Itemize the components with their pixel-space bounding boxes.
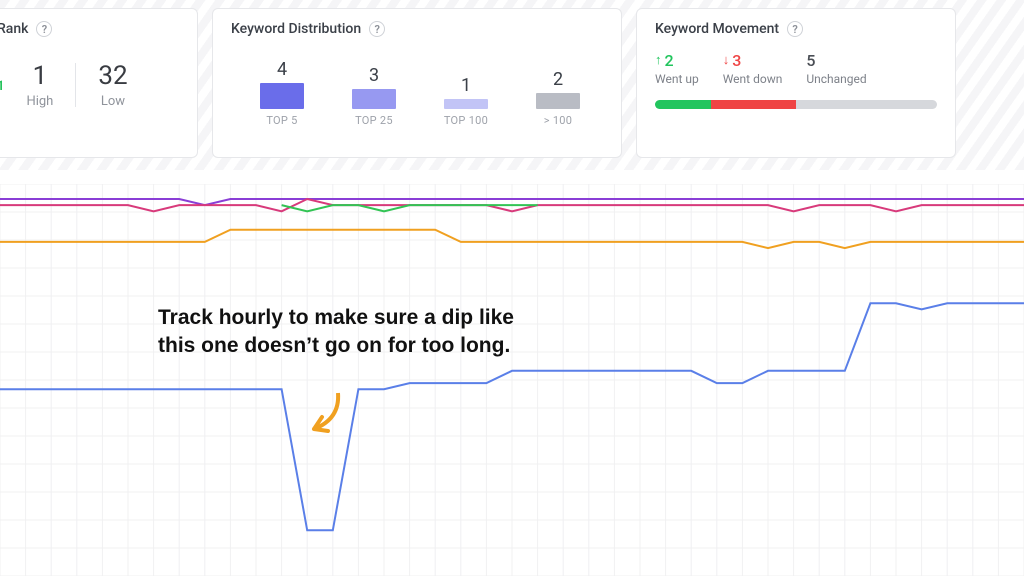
- divider: [75, 63, 76, 107]
- distribution-bar->100[interactable]: 2 > 100: [525, 69, 591, 127]
- rank-title-text: Rank: [0, 21, 28, 37]
- help-icon[interactable]: ?: [36, 21, 52, 37]
- distribution-card: Keyword Distribution ? 4 TOP 5 3 TOP 25 1 TOP…: [212, 8, 622, 158]
- distribution-bar: [260, 83, 304, 109]
- annotation-arrow-icon: [300, 389, 350, 439]
- distribution-card-title: Keyword Distribution ?: [231, 21, 603, 37]
- movement-bar-unchanged: [796, 100, 937, 109]
- arrow-up-icon: ↑: [655, 54, 662, 67]
- movement-stats-row: ↑2 Went up ↓3 Went down 5 Unchanged: [655, 51, 937, 86]
- help-icon[interactable]: ?: [369, 21, 385, 37]
- movement-bar-down: [711, 100, 796, 109]
- distribution-label: TOP 100: [433, 114, 499, 127]
- rank-card-title: Rank ?: [0, 21, 179, 37]
- distribution-count: 1: [433, 75, 499, 96]
- rank-current-delta: 1: [0, 76, 4, 94]
- distribution-bars: 4 TOP 5 3 TOP 25 1 TOP 100 2 > 100: [231, 55, 603, 127]
- distribution-bar: [352, 89, 396, 109]
- distribution-count: 4: [249, 59, 315, 80]
- rank-history-chart[interactable]: Track hourly to make sure a dip like thi…: [0, 184, 1024, 576]
- distribution-title-text: Keyword Distribution: [231, 21, 361, 37]
- movement-unchanged: 5 Unchanged: [806, 51, 866, 86]
- distribution-bar-top100[interactable]: 1 TOP 100: [433, 75, 499, 127]
- movement-bar: [655, 100, 937, 109]
- summary-cards-row: Rank ? 1 1 High 32 Low Keyword Distribut…: [0, 8, 1024, 158]
- distribution-bar: [536, 93, 580, 109]
- help-icon[interactable]: ?: [787, 21, 803, 37]
- distribution-label: TOP 5: [249, 114, 315, 127]
- rank-low-block: 32 Low: [98, 61, 127, 109]
- movement-card: Keyword Movement ? ↑2 Went up ↓3 Went do…: [636, 8, 956, 158]
- movement-title-text: Keyword Movement: [655, 21, 779, 37]
- distribution-count: 3: [341, 65, 407, 86]
- rank-high-label: High: [26, 94, 53, 109]
- distribution-bar: [444, 99, 488, 109]
- rank-low-label: Low: [98, 94, 127, 109]
- annotation-text: Track hourly to make sure a dip like thi…: [158, 304, 518, 361]
- distribution-bar-top25[interactable]: 3 TOP 25: [341, 65, 407, 127]
- movement-card-title: Keyword Movement ?: [655, 21, 937, 37]
- movement-bar-up: [655, 100, 711, 109]
- rank-low-value: 32: [98, 61, 127, 91]
- distribution-label: > 100: [525, 114, 591, 127]
- rank-card: Rank ? 1 1 High 32 Low: [0, 8, 198, 158]
- arrow-down-icon: ↓: [723, 54, 730, 67]
- rank-high-block: 1 High: [26, 61, 53, 109]
- rank-high-value: 1: [26, 61, 53, 91]
- distribution-label: TOP 25: [341, 114, 407, 127]
- movement-up: ↑2 Went up: [655, 51, 699, 86]
- distribution-count: 2: [525, 69, 591, 90]
- distribution-bar-top5[interactable]: 4 TOP 5: [249, 59, 315, 127]
- chart-svg: [0, 184, 1024, 576]
- movement-down: ↓3 Went down: [723, 51, 783, 86]
